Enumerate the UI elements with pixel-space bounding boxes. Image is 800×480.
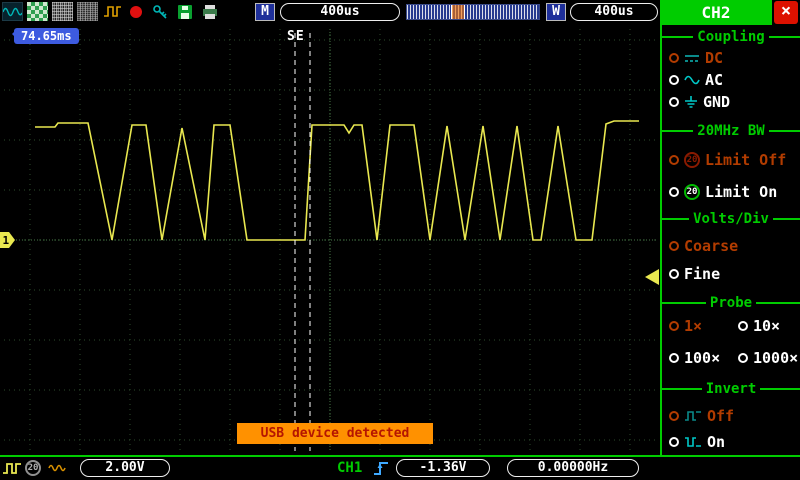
menu-item-probe-1000x[interactable]: 1000×: [731, 347, 800, 369]
close-icon[interactable]: ×: [774, 1, 798, 24]
key-lock-icon: [149, 2, 170, 21]
ac-waveform-icon: [48, 462, 68, 474]
radio-icon: [669, 269, 679, 279]
window-timebase-badge: W: [546, 3, 566, 21]
menu-item-invert-off[interactable]: Off: [662, 405, 800, 427]
dc-coupling-icon: [684, 53, 700, 63]
top-toolbar: M 400us W 400us CH2 ×: [0, 0, 800, 25]
section-header-invert: Invert: [662, 379, 800, 399]
trigger-slope-icon: [372, 459, 392, 477]
trigger-level-readout: -1.36V: [396, 459, 490, 477]
save-icon[interactable]: [174, 2, 195, 21]
menu-item-invert-on[interactable]: On: [662, 431, 800, 453]
radio-icon: [669, 437, 679, 447]
section-header-coupling: Coupling: [662, 27, 800, 47]
radio-icon: [669, 155, 679, 165]
noise-thumbnail-2-icon: [77, 2, 98, 21]
probe-row-2: 100× 1000×: [662, 347, 800, 369]
menu-item-probe-100x[interactable]: 100×: [662, 347, 731, 369]
channel-menu: Coupling DC AC GND 20MHz BW 20 Limit Off…: [660, 25, 800, 455]
ac-coupling-icon: [684, 75, 700, 85]
menu-title: CH2: [660, 0, 772, 25]
invert-off-waveform-icon: [684, 410, 702, 422]
radio-icon: [669, 75, 679, 85]
radio-icon: [669, 187, 679, 197]
bw-20mhz-off-icon: 20: [684, 152, 700, 168]
channel1-marker-label: 1: [3, 234, 10, 247]
radio-icon: [669, 321, 679, 331]
section-header-probe: Probe: [662, 293, 800, 313]
persistence-checker-icon: [27, 2, 48, 21]
print-icon[interactable]: [199, 2, 220, 21]
menu-item-voltsdiv-coarse[interactable]: Coarse: [662, 235, 800, 257]
section-header-bandwidth: 20MHz BW: [662, 121, 800, 141]
ch1-waveform-trace: [35, 120, 639, 241]
menu-item-probe-1x[interactable]: 1×: [662, 315, 731, 337]
probe-row-1: 1× 10×: [662, 315, 800, 337]
record-icon[interactable]: [127, 2, 145, 21]
usb-notification: USB device detected: [237, 423, 433, 444]
window-timebase-value: 400us: [570, 3, 658, 21]
menu-item-bw-limit-off[interactable]: 20 Limit Off: [662, 149, 800, 171]
invert-on-waveform-icon: [684, 436, 702, 448]
pulse-mode-icon: [102, 2, 123, 21]
radio-icon: [738, 321, 748, 331]
gnd-coupling-icon: [684, 96, 698, 108]
menu-item-coupling-gnd[interactable]: GND: [662, 91, 800, 113]
menu-item-coupling-dc[interactable]: DC: [662, 47, 800, 69]
noise-thumbnail-icon: [52, 2, 73, 21]
radio-icon: [738, 353, 748, 363]
oscilloscope-screen: M 400us W 400us CH2 × 1 74.65ms SE USB d…: [0, 0, 800, 480]
menu-item-coupling-ac[interactable]: AC: [662, 69, 800, 91]
channel1-position-marker[interactable]: 1: [0, 232, 15, 248]
radio-icon: [669, 97, 679, 107]
menu-item-voltsdiv-fine[interactable]: Fine: [662, 263, 800, 285]
radio-icon: [669, 353, 679, 363]
trigger-level-marker[interactable]: [645, 269, 659, 285]
cursor-se-label: SE: [287, 29, 305, 44]
radio-icon: [669, 241, 679, 251]
section-header-voltsdiv: Volts/Div: [662, 209, 800, 229]
main-timebase-badge: M: [255, 3, 275, 21]
graticule-grid: [4, 29, 656, 451]
radio-icon: [669, 53, 679, 63]
trigger-source-label: CH1: [337, 460, 363, 476]
waveform-display-mode-icon: [2, 2, 23, 21]
window-position-marker[interactable]: [451, 5, 465, 19]
toolbar-icon-cluster: [2, 2, 220, 21]
status-bar: 20 2.00V CH1 -1.36V 0.00000Hz: [0, 455, 800, 480]
ch1-volts-div-readout: 2.00V: [80, 459, 170, 477]
record-position-bar[interactable]: [406, 4, 540, 20]
bw-limit-status-icon: 20: [25, 460, 41, 476]
waveform-display: 1: [0, 29, 659, 451]
menu-item-bw-limit-on[interactable]: 20 Limit On: [662, 181, 800, 203]
main-timebase-value: 400us: [280, 3, 400, 21]
bw-20mhz-on-icon: 20: [684, 184, 700, 200]
menu-item-probe-10x[interactable]: 10×: [731, 315, 800, 337]
graticule-area: 1 74.65ms SE USB device detected: [0, 25, 660, 455]
ch1-coupling-icon: [2, 460, 22, 476]
radio-icon: [669, 411, 679, 421]
frequency-counter-readout: 0.00000Hz: [507, 459, 639, 477]
delay-readout: 74.65ms: [12, 28, 79, 44]
